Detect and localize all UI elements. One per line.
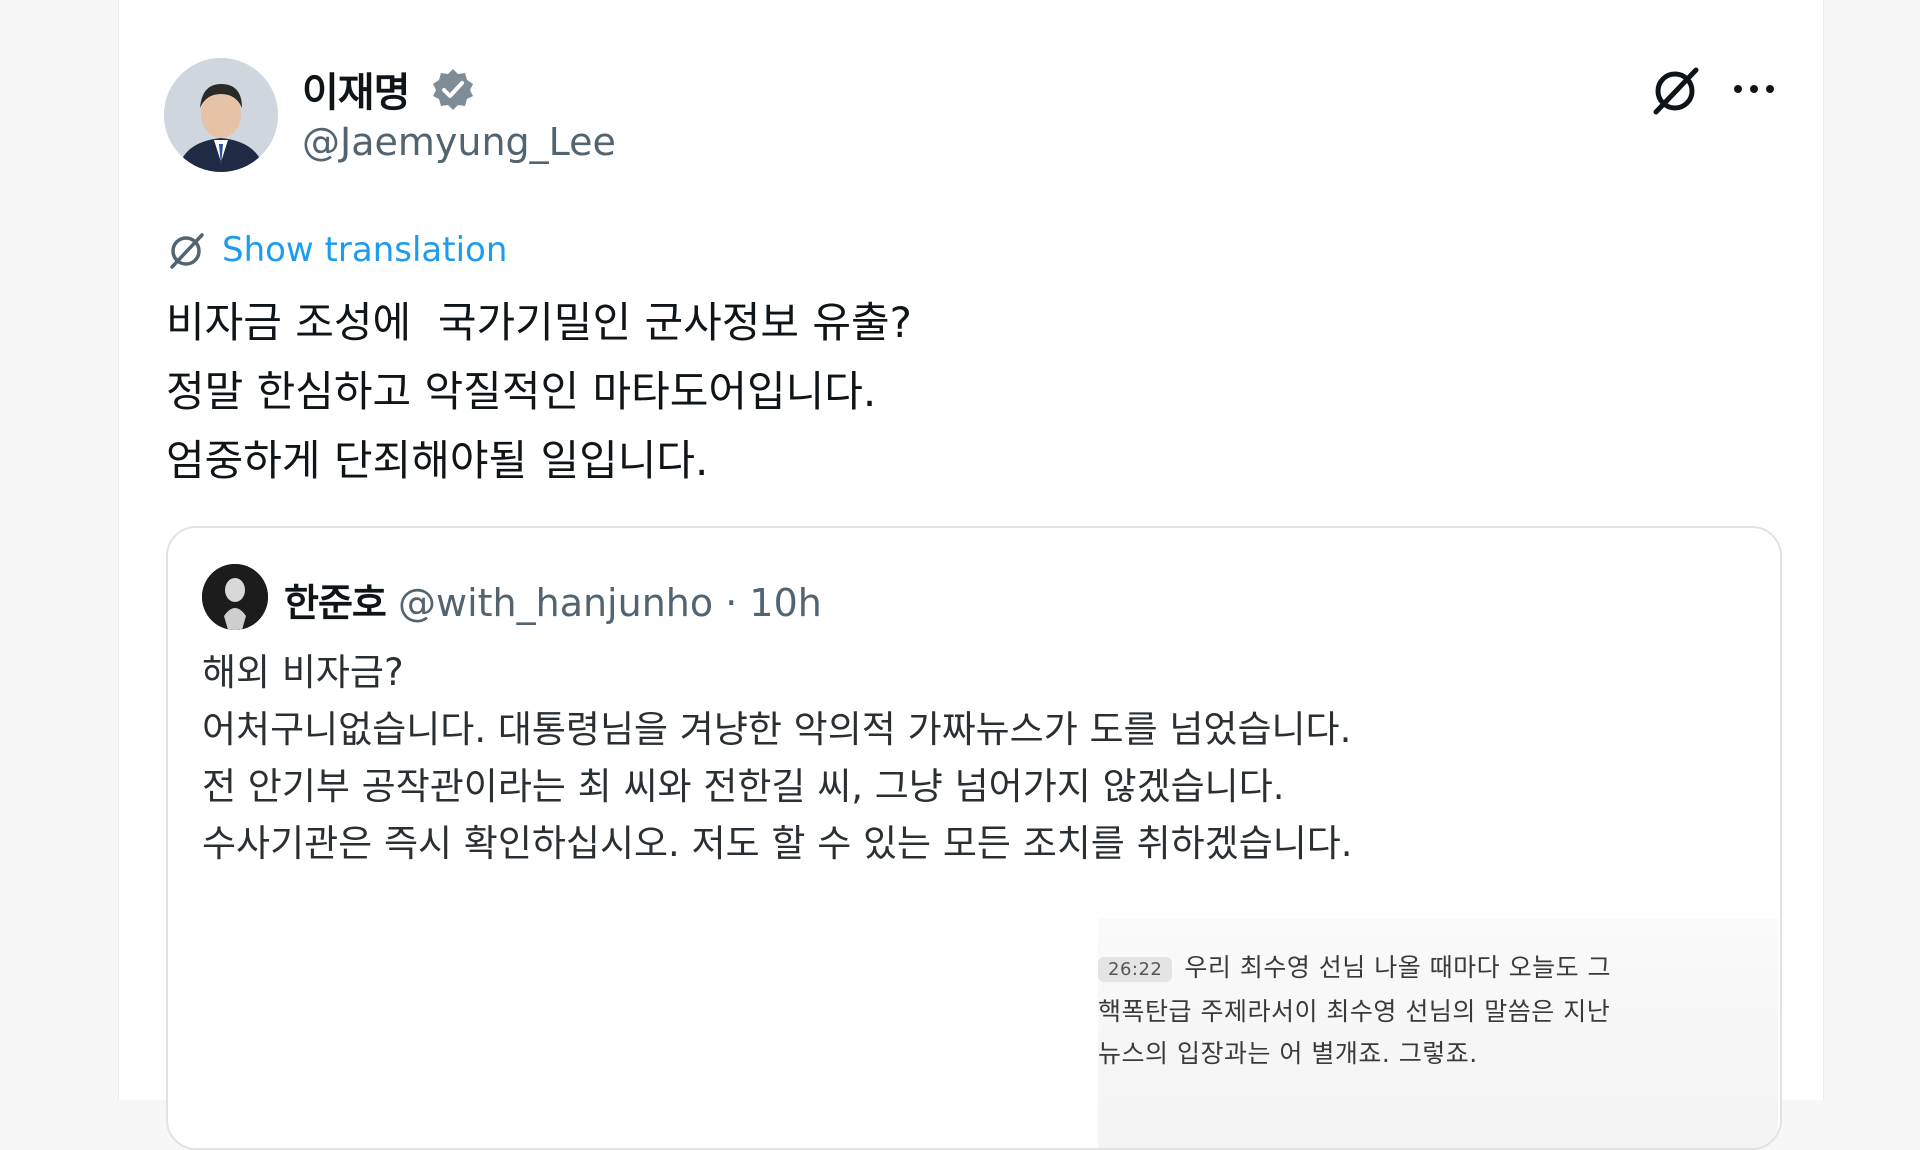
post-text: 비자금 조성에 국가기밀인 군사정보 유출? 정말 한심하고 악질적인 마타도어… [166, 288, 1666, 495]
show-translation-link[interactable]: Show translation [166, 226, 507, 274]
quoted-text-line: 전 안기부 공작관이라는 최 씨와 전한길 씨, 그냥 넘어가지 않겠습니다. [202, 765, 1285, 808]
quoted-post-header: 한준호 @with_hanjunho · 10h [284, 572, 822, 627]
media-caption-line: 핵폭탄급 주제라서이 최수영 선님의 말씀은 지난 [1098, 997, 1611, 1026]
post-text-line: 엄중하게 단죄해야될 일입니다. [166, 436, 709, 485]
quoted-author-name[interactable]: 한준호 [284, 581, 387, 625]
media-caption-line: 26:22 우리 최수영 선님 나올 때마다 오늘도 그 [1098, 948, 1611, 984]
verified-badge-icon [433, 69, 473, 110]
media-caption-line: 뉴스의 입장과는 어 별개죠. 그렇죠. [1098, 1039, 1478, 1068]
quoted-post-time[interactable]: 10h [749, 581, 821, 625]
post-text-line: 정말 한심하고 악질적인 마타도어입니다. [166, 367, 877, 416]
quoted-author-handle[interactable]: @with_hanjunho [398, 581, 713, 625]
post-text-line: 비자금 조성에 국가기밀인 군사정보 유출? [166, 298, 912, 347]
more-options-button[interactable] [1724, 60, 1784, 116]
author-name[interactable]: 이재명 [302, 60, 410, 118]
author-avatar-image [164, 58, 278, 172]
quoted-author-avatar-image [202, 564, 268, 630]
media-caption-text: 우리 최수영 선님 나올 때마다 오늘도 그 [1184, 953, 1612, 982]
quoted-meta-separator: · [725, 581, 738, 625]
show-translation-label: Show translation [222, 230, 508, 270]
quoted-text-line: 해외 비자금? [202, 651, 404, 694]
more-options-icon [1734, 85, 1774, 93]
author-avatar[interactable] [164, 58, 278, 172]
translate-icon [170, 233, 204, 269]
grok-icon[interactable] [1648, 62, 1704, 118]
quoted-media-thumbnail[interactable]: 26:22 우리 최수영 선님 나올 때마다 오늘도 그 핵폭탄급 주제라서이 최… [1098, 918, 1778, 1148]
media-timestamp: 26:22 [1098, 956, 1173, 982]
quoted-author-avatar[interactable] [202, 564, 268, 630]
quoted-text-line: 어처구니없습니다. 대통령님을 겨냥한 악의적 가짜뉴스가 도를 넘었습니다. [202, 708, 1352, 751]
quoted-text-line: 수사기관은 즉시 확인하십시오. 저도 할 수 있는 모든 조치를 취하겠습니다… [202, 822, 1353, 865]
quoted-post-text: 해외 비자금? 어처구니없습니다. 대통령님을 겨냥한 악의적 가짜뉴스가 도를… [202, 644, 1742, 872]
quoted-post[interactable]: 한준호 @with_hanjunho · 10h 해외 비자금? 어처구니없습니… [166, 526, 1782, 1150]
author-handle[interactable]: @Jaemyung_Lee [302, 120, 616, 164]
